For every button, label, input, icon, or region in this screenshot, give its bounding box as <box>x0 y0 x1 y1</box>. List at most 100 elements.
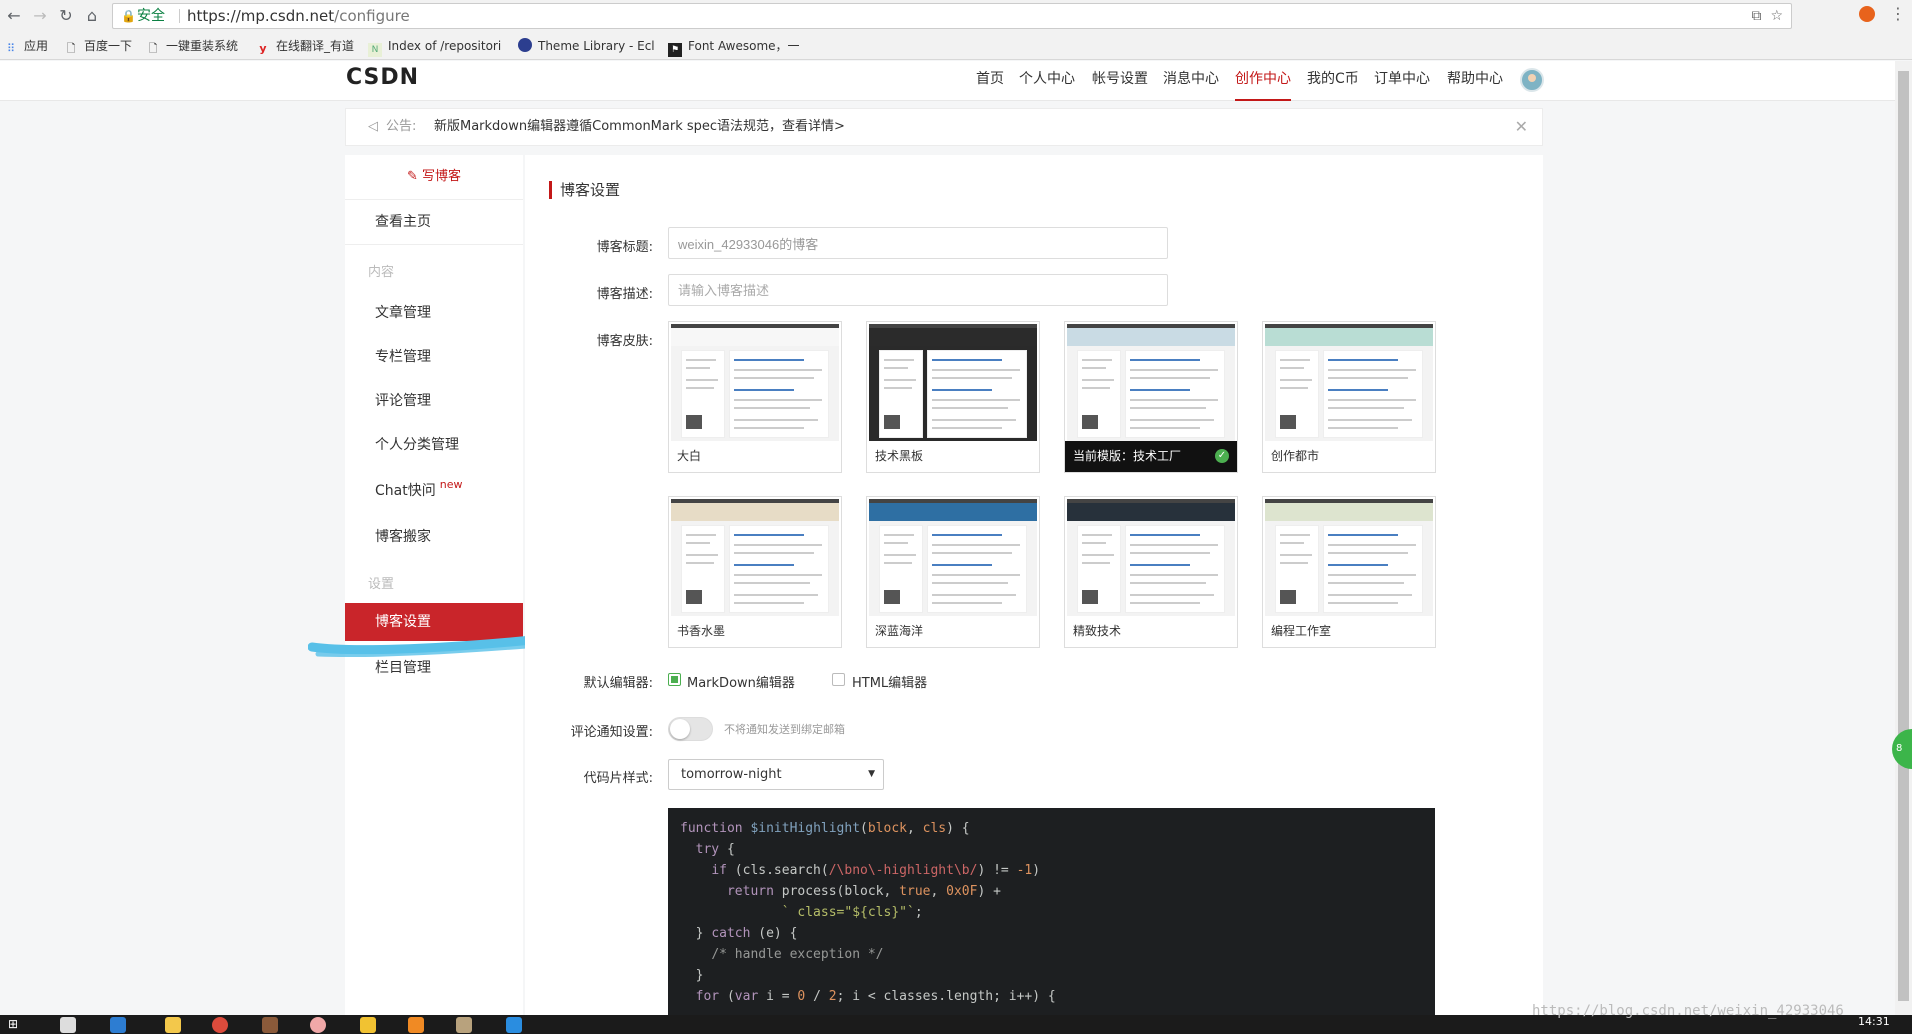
bookmarks-bar: ⠿ 应用 🗋 百度一下 🗋 一键重装系统 y 在线翻译_有道 N Index of /re… <box>0 32 1912 60</box>
comment-notify-toggle[interactable] <box>668 717 713 741</box>
user-avatar[interactable] <box>1520 68 1544 92</box>
sidebar-item-comments[interactable]: 评论管理 <box>345 380 523 422</box>
app-icon[interactable] <box>408 1017 424 1033</box>
close-icon[interactable]: ✕ <box>1515 109 1528 145</box>
eclipse-icon <box>518 38 532 52</box>
address-bar[interactable]: 🔒 安全 https://mp.csdn.net/configure ⧉ ☆ <box>112 3 1792 29</box>
reload-icon[interactable]: ↻ <box>54 4 78 28</box>
apps-grid-icon: ⠿ <box>6 42 16 55</box>
skin-card[interactable]: 大白 <box>668 321 842 473</box>
bookmark-reinstall[interactable]: 🗋 一键重装系统 <box>146 38 238 55</box>
html-editor-checkbox[interactable] <box>832 673 845 686</box>
folder-icon[interactable] <box>165 1017 181 1033</box>
app-icon[interactable] <box>262 1017 278 1033</box>
csdn-logo[interactable]: CSDN <box>346 65 419 90</box>
back-icon[interactable]: ← <box>2 4 26 28</box>
flag-icon: ⚑ <box>668 43 682 57</box>
skin-card[interactable]: 编程工作室 <box>1262 496 1436 648</box>
translate-icon[interactable]: ⧉ <box>1752 8 1762 24</box>
windows-start-icon[interactable]: ⊞ <box>8 1017 24 1033</box>
skin-name: 技术黑板 <box>875 449 924 463</box>
nav-creation-center[interactable]: 创作中心 <box>1235 61 1291 101</box>
app-icon[interactable] <box>60 1017 76 1033</box>
sidebar-item-articles[interactable]: 文章管理 <box>345 292 523 334</box>
skin-preview-image <box>869 499 1037 616</box>
nav-home[interactable]: 首页 <box>976 61 1004 101</box>
skin-preview-image <box>1265 324 1433 441</box>
page-icon: 🗋 <box>148 42 158 55</box>
system-clock: 14:31 <box>1858 1015 1890 1028</box>
skin-preview-image <box>1067 499 1235 616</box>
lock-icon: 🔒 <box>121 9 136 23</box>
dropdown-arrow-icon: ▼ <box>868 769 875 779</box>
ie-icon[interactable] <box>110 1017 126 1033</box>
blog-title-input[interactable] <box>668 227 1168 259</box>
bookmark-repository[interactable]: N Index of /repositori <box>368 38 501 57</box>
page-scrollbar[interactable] <box>1895 61 1912 1015</box>
app-icon[interactable] <box>506 1017 522 1033</box>
app-icon[interactable] <box>310 1017 326 1033</box>
star-icon[interactable]: ☆ <box>1770 8 1783 24</box>
nav-messages[interactable]: 消息中心 <box>1163 61 1219 101</box>
write-blog-button[interactable]: ✎ 写博客 <box>345 155 523 200</box>
menu-icon[interactable]: ⋮ <box>1890 4 1906 23</box>
bookmark-font-awesome[interactable]: ⚑ Font Awesome，一 <box>668 38 800 57</box>
skin-card[interactable]: 创作都市 <box>1262 321 1436 473</box>
skin-card[interactable]: 当前模版：技术工厂 ✓ <box>1064 321 1238 473</box>
markdown-editor-checkbox[interactable] <box>668 673 681 686</box>
skin-preview-image <box>671 324 839 441</box>
sidebar-group-settings: 设置 <box>368 577 395 592</box>
blog-desc-label: 博客描述: <box>596 287 653 302</box>
skin-card[interactable]: 深蓝海洋 <box>866 496 1040 648</box>
nav-c-coins[interactable]: 我的C币 <box>1307 61 1359 101</box>
skin-name: 当前模版：技术工厂 <box>1065 441 1237 472</box>
skin-name: 精致技术 <box>1073 624 1122 638</box>
skin-card[interactable]: 精致技术 <box>1064 496 1238 648</box>
code-style-label: 代码片样式: <box>583 771 653 786</box>
forward-icon[interactable]: → <box>28 4 52 28</box>
page-title: 博客设置 <box>549 181 620 199</box>
notice-label: 公告: <box>386 119 417 134</box>
skin-card[interactable]: 技术黑板 <box>866 321 1040 473</box>
app-icon[interactable] <box>360 1017 376 1033</box>
skin-preview-image <box>671 499 839 616</box>
skin-name: 创作都市 <box>1271 449 1320 463</box>
blog-desc-input[interactable] <box>668 274 1168 306</box>
app-icon[interactable] <box>456 1017 472 1033</box>
sidebar-item-categories[interactable]: 个人分类管理 <box>345 424 523 466</box>
watermark: https://blog.csdn.net/weixin_42933046 <box>1532 1003 1844 1019</box>
browser-toolbar: ← → ↻ ⌂ 🔒 安全 https://mp.csdn.net/configu… <box>0 0 1912 32</box>
skin-preview-image <box>1067 324 1235 441</box>
speaker-icon: ◁ <box>368 119 378 134</box>
nav-orders[interactable]: 订单中心 <box>1374 61 1430 101</box>
notice-link[interactable]: 新版Markdown编辑器遵循CommonMark spec语法规范，查看详情> <box>434 109 845 145</box>
code-preview: function $initHighlight(block, cls) { tr… <box>668 808 1435 1015</box>
extension-icon[interactable] <box>1858 6 1875 22</box>
youdao-icon: y <box>259 42 267 55</box>
bookmark-theme-library[interactable]: Theme Library - Ecl <box>518 38 655 54</box>
bookmark-youdao[interactable]: y 在线翻译_有道 <box>256 38 354 55</box>
markdown-editor-label[interactable]: MarkDown编辑器 <box>687 672 795 691</box>
check-circle-icon: ✓ <box>1215 449 1229 463</box>
comment-notify-hint: 不将通知发送到绑定邮箱 <box>724 723 845 736</box>
comment-notify-label: 评论通知设置: <box>570 725 653 740</box>
sidebar-item-view-home[interactable]: 查看主页 <box>345 200 523 245</box>
nav-help[interactable]: 帮助中心 <box>1447 61 1503 101</box>
html-editor-label[interactable]: HTML编辑器 <box>852 672 927 691</box>
sidebar-item-blog-move[interactable]: 博客搬家 <box>345 516 523 558</box>
sidebar-item-chat[interactable]: Chat快问 new <box>345 470 523 512</box>
site-header: CSDN 首页 个人中心 帐号设置 消息中心 创作中心 我的C币 订单中心 帮助… <box>0 61 1895 101</box>
nav-personal-center[interactable]: 个人中心 <box>1019 61 1075 101</box>
sidebar-item-columns[interactable]: 专栏管理 <box>345 336 523 378</box>
nexus-icon: N <box>368 43 382 57</box>
nav-account-settings[interactable]: 帐号设置 <box>1092 61 1148 101</box>
chrome-icon[interactable] <box>212 1017 228 1033</box>
blue-scribble-annotation <box>308 635 536 658</box>
skin-name: 编程工作室 <box>1271 624 1332 638</box>
skin-card[interactable]: 书香水墨 <box>668 496 842 648</box>
bookmark-apps[interactable]: ⠿ 应用 <box>4 38 48 55</box>
home-icon[interactable]: ⌂ <box>80 4 104 28</box>
code-style-select[interactable]: tomorrow-night ▼ <box>668 759 884 790</box>
url-text[interactable]: https://mp.csdn.net/configure <box>187 4 410 28</box>
bookmark-baidu[interactable]: 🗋 百度一下 <box>64 38 132 55</box>
